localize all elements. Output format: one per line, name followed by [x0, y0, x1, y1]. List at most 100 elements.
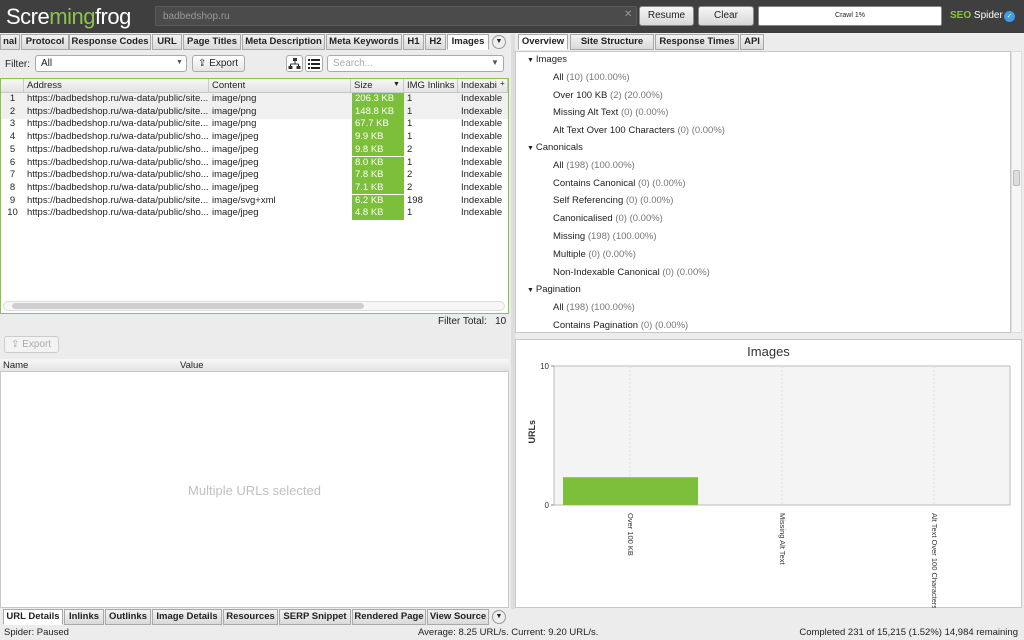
chart-title: Images	[747, 344, 790, 359]
col-header-content[interactable]: Content	[209, 79, 351, 93]
overview-item-contains-pagination[interactable]: Contains Pagination (0) (0.00%)	[553, 320, 688, 331]
check-icon: ✓	[1004, 11, 1015, 22]
search-dropdown-icon[interactable]: ▼	[491, 58, 499, 67]
clear-url-icon[interactable]: ✕	[624, 9, 632, 20]
tab-inlinks[interactable]: Inlinks	[64, 609, 104, 625]
item-label: Canonicalised	[553, 213, 613, 225]
table-row[interactable]: 8 https://badbedshop.ru/wa-data/public/sh…	[1, 181, 508, 195]
crawl-progress-bar: Crawl 1%	[758, 6, 942, 26]
status-bar: Spider: Paused Average: 8.25 URL/s. Curr…	[0, 626, 1024, 640]
size-cell: 67.7 KB	[352, 118, 404, 131]
tabs-overflow-icon[interactable]: ▼	[492, 610, 506, 624]
table-row[interactable]: 6 https://badbedshop.ru/wa-data/public/sh…	[1, 156, 508, 170]
triangle-down-icon[interactable]: ▼	[527, 57, 536, 64]
tab-serp-snippet[interactable]: SERP Snippet	[279, 609, 351, 625]
address-cell: https://badbedshop.ru/wa-data/public/sho…	[27, 156, 209, 168]
tab-outlinks[interactable]: Outlinks	[105, 609, 151, 625]
overview-item-all[interactable]: All (10) (100.00%)	[553, 72, 630, 83]
col-header-index[interactable]	[1, 79, 24, 93]
col-value-header[interactable]: Value	[180, 360, 204, 371]
col-header-address[interactable]: Address	[24, 79, 209, 93]
tab-overview[interactable]: Overview	[518, 34, 568, 50]
overview-item-all[interactable]: All (198) (100.00%)	[553, 302, 635, 313]
table-row[interactable]: 7 https://badbedshop.ru/wa-data/public/sh…	[1, 169, 508, 182]
scrollbar-thumb[interactable]	[1013, 170, 1020, 186]
tab-meta-keywords[interactable]: Meta Keywords	[326, 34, 402, 50]
overview-item-contains-canonical[interactable]: Contains Canonical (0) (0.00%)	[553, 178, 686, 189]
item-label: Self Referencing	[553, 195, 624, 207]
overview-item-self-referencing[interactable]: Self Referencing (0) (0.00%)	[553, 195, 673, 206]
size-cell: 8.0 KB	[352, 156, 404, 169]
table-row[interactable]: 1 https://badbedshop.ru/wa-data/public/si…	[1, 93, 508, 106]
tab-resources[interactable]: Resources	[223, 609, 278, 625]
table-row[interactable]: 2 https://badbedshop.ru/wa-data/public/si…	[1, 105, 508, 119]
size-cell: 6.2 KB	[352, 194, 404, 208]
section-images[interactable]: ▼ Images	[527, 54, 567, 65]
col-header-img-inlinks[interactable]: IMG Inlinks	[404, 79, 458, 93]
tab-h1[interactable]: H1	[403, 34, 424, 50]
content-type-cell: image/jpeg	[212, 169, 259, 181]
tab-response-codes[interactable]: Response Codes	[69, 34, 151, 50]
tree-view-button[interactable]	[286, 55, 303, 72]
section-pagination[interactable]: ▼ Pagination	[527, 284, 581, 295]
overview-item-missing-alt-text[interactable]: Missing Alt Text (0) (0.00%)	[553, 107, 668, 118]
filter-select[interactable]: All	[35, 55, 187, 72]
triangle-down-icon[interactable]: ▼	[527, 287, 536, 294]
item-label: Missing Alt Text	[553, 107, 619, 119]
item-count: (0) (0.00%)	[620, 107, 669, 119]
overview-item-all[interactable]: All (198) (100.00%)	[553, 160, 635, 171]
tab-meta-description[interactable]: Meta Description	[242, 34, 325, 50]
table-row[interactable]: 5 https://badbedshop.ru/wa-data/public/sh…	[1, 143, 508, 157]
size-cell: 4.8 KB	[352, 207, 404, 220]
tab-site-structure[interactable]: Site Structure	[570, 34, 654, 50]
overview-item-non-indexable-canonical[interactable]: Non-Indexable Canonical (0) (0.00%)	[553, 267, 710, 278]
overview-item-missing[interactable]: Missing (198) (100.00%)	[553, 231, 657, 242]
tab-protocol[interactable]: Protocol	[21, 34, 69, 50]
search-input[interactable]: Search...	[327, 55, 504, 72]
tab-images[interactable]: Images	[447, 34, 489, 50]
address-cell: https://badbedshop.ru/wa-data/public/sit…	[27, 105, 209, 117]
left-tab-bar: nal Protocol Response Codes URL Page Titles M…	[0, 34, 510, 51]
triangle-down-icon[interactable]: ▼	[527, 145, 536, 152]
clear-button[interactable]: Clear	[698, 6, 754, 26]
vertical-scrollbar[interactable]	[1011, 51, 1022, 333]
url-input[interactable]: badbedshop.ru	[155, 6, 637, 26]
list-view-button[interactable]	[305, 55, 323, 72]
export-button[interactable]: ⇪ Export	[192, 55, 245, 72]
table-row[interactable]: 10 https://badbedshop.ru/wa-data/public/s…	[1, 207, 508, 220]
tab-nal[interactable]: nal	[0, 34, 20, 50]
details-table-header: Name Value	[0, 359, 509, 372]
tab-h2[interactable]: H2	[425, 34, 446, 50]
overview-item-alt-text-over-100-characters[interactable]: Alt Text Over 100 Characters (0) (0.00%)	[553, 125, 725, 136]
overview-item-multiple[interactable]: Multiple (0) (0.00%)	[553, 249, 636, 260]
section-title: Pagination	[535, 284, 581, 295]
indexability-cell: Indexable	[461, 194, 503, 206]
tab-api[interactable]: API	[740, 34, 764, 50]
resume-button[interactable]: Resume	[639, 6, 694, 26]
tab-rendered-page[interactable]: Rendered Page	[352, 609, 426, 625]
details-export-button[interactable]: ⇪ Export	[4, 336, 59, 353]
tab-url-details[interactable]: URL Details	[3, 609, 63, 625]
tab-view-source[interactable]: View Source	[427, 609, 489, 625]
tabs-overflow-icon[interactable]: ▼	[492, 35, 506, 49]
scrollbar-thumb[interactable]	[12, 303, 364, 309]
tab-page-titles[interactable]: Page Titles	[183, 34, 241, 50]
item-label: All	[553, 159, 564, 171]
tab-url[interactable]: URL	[152, 34, 182, 50]
section-canonicals[interactable]: ▼ Canonicals	[527, 142, 583, 153]
table-row[interactable]: 9 https://badbedshop.ru/wa-data/public/si…	[1, 194, 508, 208]
sort-arrow-icon[interactable]: ▼	[393, 81, 400, 88]
table-row[interactable]: 4 https://badbedshop.ru/wa-data/public/sh…	[1, 131, 508, 144]
indexability-cell: Indexable	[461, 131, 503, 143]
overview-item-over-100-kb[interactable]: Over 100 KB (2) (20.00%)	[553, 90, 663, 101]
overview-item-canonicalised[interactable]: Canonicalised (0) (0.00%)	[553, 213, 663, 224]
indexability-cell: Indexable	[461, 118, 503, 130]
section-title: Canonicals	[535, 142, 583, 153]
column-add-icon[interactable]: +	[500, 79, 505, 88]
tab-response-times[interactable]: Response Times	[655, 34, 739, 50]
filter-total: Filter Total: 10	[438, 316, 506, 327]
row-number: 2	[9, 105, 16, 117]
tab-image-details[interactable]: Image Details	[152, 609, 222, 625]
col-name-header[interactable]: Name	[3, 360, 28, 371]
table-row[interactable]: 3 https://badbedshop.ru/wa-data/public/si…	[1, 118, 508, 131]
